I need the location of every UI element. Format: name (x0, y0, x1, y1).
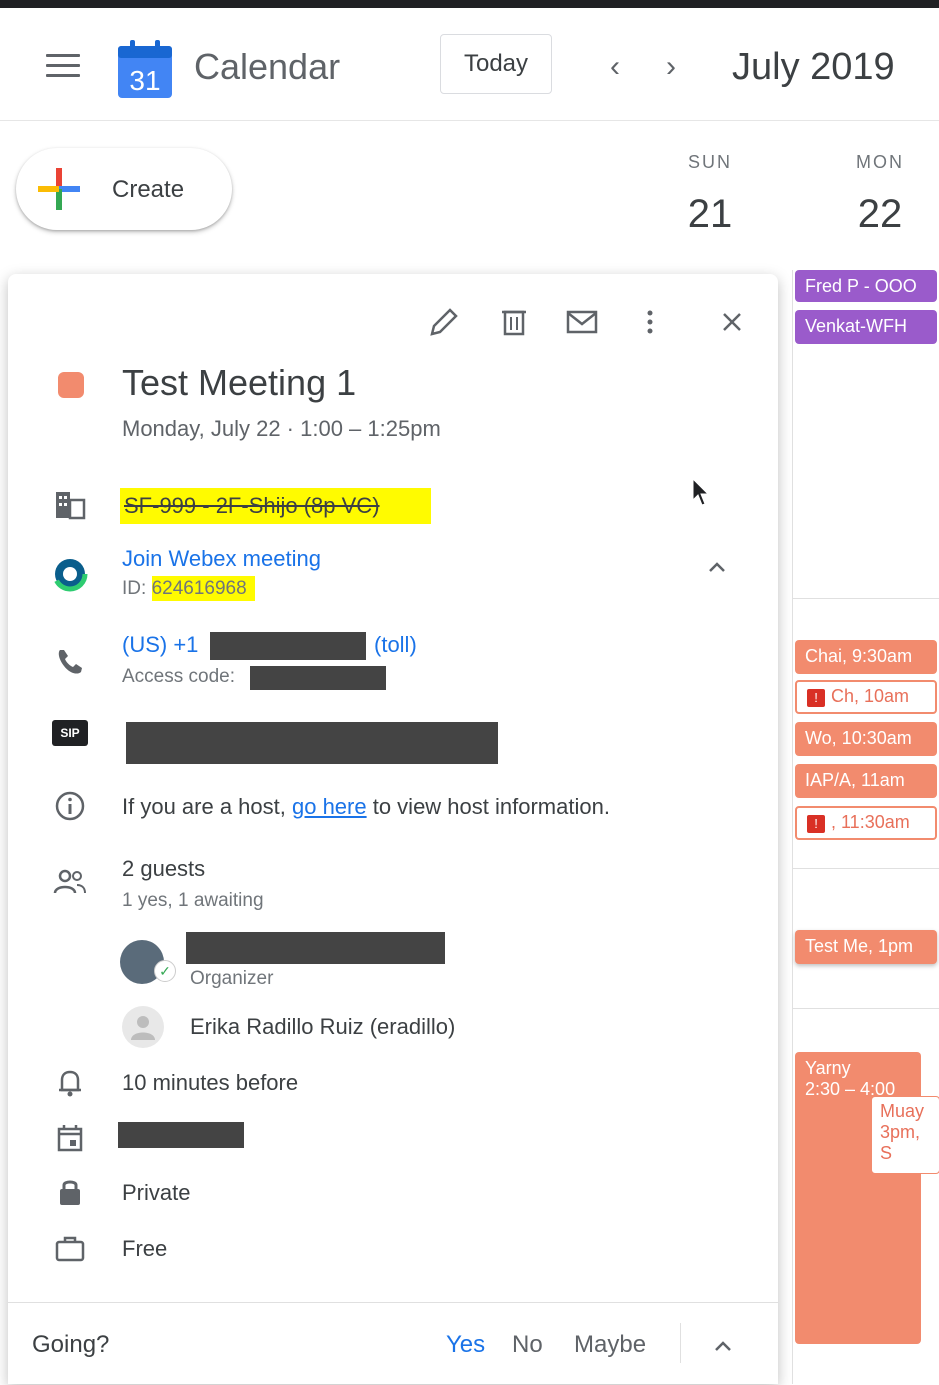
logo-day: 31 (129, 65, 160, 96)
day-number-22[interactable]: 22 (840, 192, 920, 237)
availability-text: Free (122, 1236, 168, 1261)
event-block[interactable]: Muay 3pm, S (871, 1096, 939, 1174)
today-button[interactable]: Today (440, 34, 552, 94)
rsvp-yes-button[interactable]: Yes (446, 1331, 485, 1359)
event-title: Test Meeting 1 (122, 362, 357, 403)
redacted-block (186, 932, 445, 964)
event-chip[interactable]: IAP/A, 11am (795, 764, 937, 798)
calendar-logo-icon: 31 (118, 40, 172, 98)
redacted-block (118, 1122, 244, 1148)
host-info-link[interactable]: go here (292, 794, 367, 819)
email-envelope-icon[interactable] (562, 302, 602, 342)
event-chip[interactable]: Fred P - OOO (795, 270, 937, 302)
event-block-title: Yarny (805, 1058, 851, 1078)
join-webex-link[interactable]: Join Webex meeting (122, 546, 321, 572)
event-chip-selected[interactable]: Test Me, 1pm (795, 930, 937, 964)
event-chip-label: Ch, 10am (831, 686, 910, 706)
current-month: July 2019 (732, 46, 895, 88)
chevron-right-icon[interactable]: › (656, 50, 686, 84)
day-of-week-mon: MON (856, 152, 904, 172)
alert-icon: ! (807, 689, 825, 707)
day-number-21[interactable]: 21 (670, 192, 750, 237)
briefcase-icon (52, 1230, 88, 1266)
webex-id-value: 624616968 (151, 576, 255, 601)
phone-icon (52, 644, 88, 680)
top-border (0, 0, 939, 8)
rsvp-maybe-button[interactable]: Maybe (574, 1331, 646, 1359)
bell-icon (52, 1064, 88, 1100)
more-options-icon[interactable] (630, 302, 670, 342)
day-of-week-sun: SUN (687, 152, 732, 172)
main-menu-icon[interactable] (46, 54, 80, 80)
redacted-block (126, 722, 498, 764)
guest-name: Erika Radillo Ruiz (eradillo) (190, 1014, 456, 1039)
event-chip-label: , 11:30am (831, 812, 910, 832)
chevron-up-icon[interactable] (702, 552, 732, 582)
room-name: SF-999 - 2F-Shijo (8p VC) (120, 488, 431, 524)
event-block-time: 3pm, S (880, 1122, 921, 1163)
redacted-block (250, 666, 386, 690)
rsvp-footer: Going? Yes No Maybe (8, 1302, 778, 1385)
app-header: 31 Calendar Today ‹ › July 2019 (0, 8, 939, 121)
building-icon (52, 486, 88, 522)
delete-trash-icon[interactable] (494, 302, 534, 342)
lock-icon (52, 1174, 88, 1210)
guests-summary: 1 yes, 1 awaiting (122, 890, 264, 911)
visibility-text: Private (122, 1180, 191, 1205)
host-info-text: If you are a host, go here to view host … (122, 794, 610, 819)
alert-icon: ! (807, 815, 825, 833)
day-column-mon[interactable]: Fred P - OOO Venkat-WFH Chai, 9:30am ! Ch… (792, 270, 939, 1384)
event-color-swatch (58, 372, 84, 398)
people-icon (52, 864, 88, 900)
divider (680, 1323, 681, 1363)
chevron-left-icon[interactable]: ‹ (600, 50, 630, 84)
reminder-text: 10 minutes before (122, 1070, 299, 1095)
redacted-block (210, 632, 366, 660)
close-icon[interactable] (712, 302, 752, 342)
phone-number-link[interactable]: (US) +1 (122, 632, 198, 658)
guests-count: 2 guests (122, 856, 206, 881)
going-label: Going? (32, 1331, 110, 1358)
plus-icon (38, 168, 80, 210)
access-code-label: Access code: (122, 666, 235, 687)
create-button[interactable]: Create (16, 148, 232, 230)
guest-avatar[interactable] (122, 1006, 164, 1048)
webex-id-label: ID: (122, 578, 152, 599)
rsvp-no-button[interactable]: No (512, 1331, 543, 1359)
create-label: Create (112, 176, 185, 203)
event-block-title: Muay (880, 1101, 925, 1121)
info-icon (52, 788, 88, 824)
calendar-icon (52, 1120, 88, 1156)
event-datetime: Monday, July 22 · 1:00 – 1:25pm (122, 416, 441, 441)
event-chip[interactable]: ! , 11:30am (795, 806, 937, 840)
event-details-popup: Test Meeting 1 Monday, July 22 · 1:00 – … (8, 274, 778, 1384)
app-title: Calendar (194, 46, 341, 87)
event-chip[interactable]: Wo, 10:30am (795, 722, 937, 756)
webex-id: ID: 624616968 (122, 576, 255, 601)
webex-logo-icon (52, 556, 88, 592)
toll-label: (toll) (374, 632, 417, 657)
event-chip[interactable]: Chai, 9:30am (795, 640, 937, 674)
checkmark-icon: ✓ (154, 960, 176, 982)
chevron-up-icon[interactable] (708, 1331, 738, 1361)
event-chip[interactable]: ! Ch, 10am (795, 680, 937, 714)
edit-pencil-icon[interactable] (424, 302, 464, 342)
mouse-cursor-icon (692, 477, 712, 508)
event-chip[interactable]: Venkat-WFH (795, 310, 937, 344)
organizer-label: Organizer (190, 968, 274, 989)
sip-icon: SIP (52, 720, 88, 746)
